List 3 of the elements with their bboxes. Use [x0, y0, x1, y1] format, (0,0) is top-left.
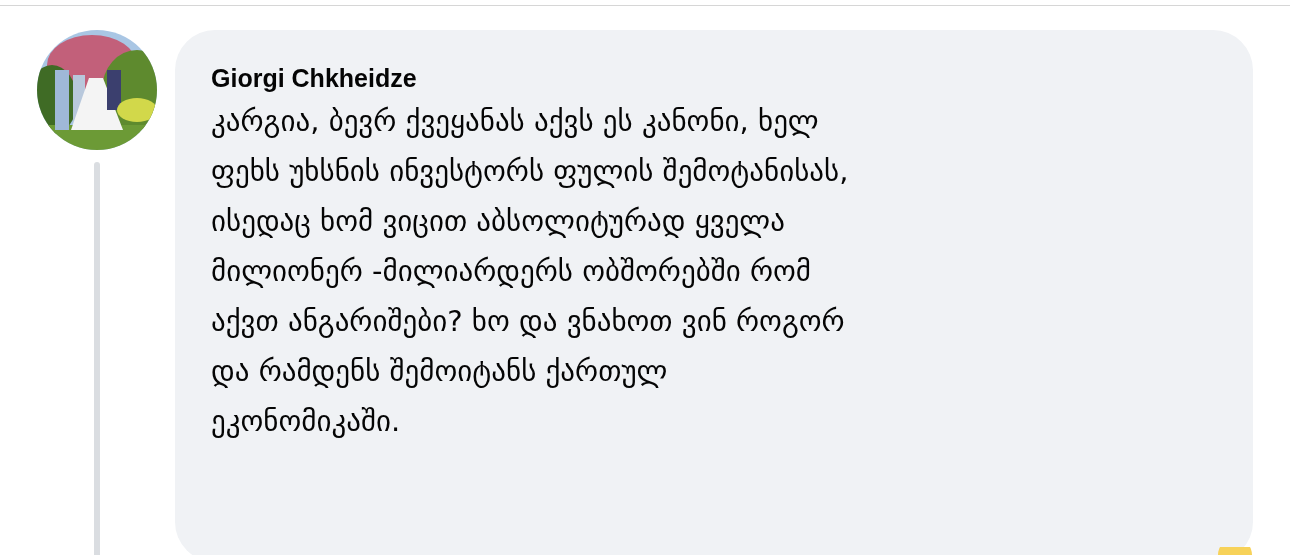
reaction-icon[interactable] — [1218, 547, 1252, 555]
comment-text: კარგია, ბევრ ქვეყანას აქვს ეს კანონი, ხელ ფეხს უხსნის ინვესტორს ფულის შემოტანისას, ისედაც ხომ ვიცით აბსოლიტურად ყველა მილიონერ -მილიარდერს ობშორებში რომ აქვთ ანგარიშები? ხო და ვნახოთ ვინ როგორ და რამდენს შემოიტანს ქართულ ეკონომიკაში. — [211, 103, 850, 440]
author-name[interactable]: Giorgi Chkheidze — [211, 60, 1213, 96]
